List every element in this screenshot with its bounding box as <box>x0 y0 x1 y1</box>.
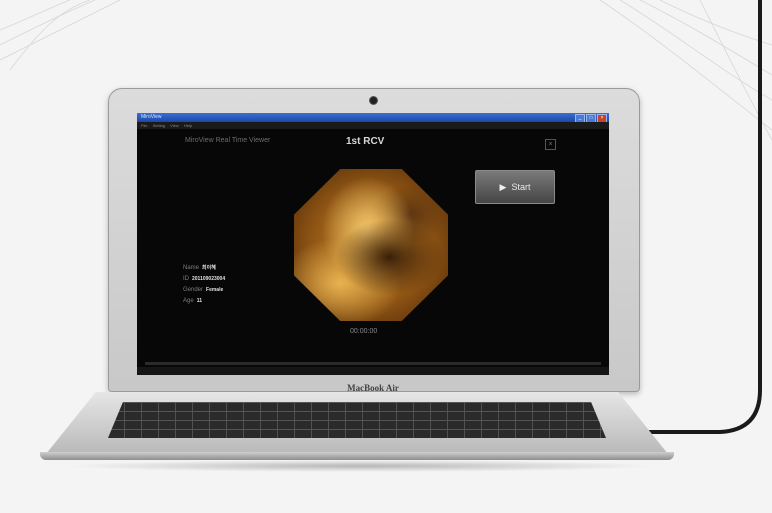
laptop-brand-label: MacBook Air <box>347 383 399 393</box>
age-label: Age <box>183 298 194 304</box>
menu-help[interactable]: Help <box>184 123 192 128</box>
patient-id-row: ID 201109023004 <box>183 274 225 285</box>
gender-label: Gender <box>183 287 204 293</box>
age-value: 11 <box>196 298 202 304</box>
id-value: 201109023004 <box>192 276 226 282</box>
patient-gender-row: Gender Female <box>183 285 225 296</box>
play-icon: ▶ <box>499 181 507 192</box>
menu-setting[interactable]: Setting <box>153 123 165 128</box>
patient-age-row: Age 11 <box>183 296 225 307</box>
start-button[interactable]: ▶ Start <box>475 170 555 204</box>
app-title: MiroView Real Time Viewer <box>185 137 271 144</box>
start-button-label: Start <box>511 182 531 192</box>
menu-file[interactable]: File <box>141 123 147 128</box>
keyboard <box>108 402 606 438</box>
capsule-video-view <box>294 169 448 321</box>
close-icon[interactable]: × <box>545 139 556 150</box>
gender-value: Female <box>206 287 224 293</box>
patient-info: Name 최이혜 ID 201109023004 Gender Female Age 1… <box>183 263 225 307</box>
laptop-shadow <box>60 460 660 472</box>
playback-progress-bar[interactable] <box>145 362 601 365</box>
id-label: ID <box>183 276 189 282</box>
patient-name-row: Name 최이혜 <box>183 263 225 274</box>
app-window: MiroView _ □ × File Setting View Help Mi… <box>137 113 609 375</box>
status-bar <box>137 367 609 375</box>
window-title: MiroView <box>141 114 162 120</box>
name-label: Name <box>183 265 200 271</box>
webcam <box>369 96 378 105</box>
name-value: 최이혜 <box>202 265 216 271</box>
page-title: 1st RCV <box>346 136 385 147</box>
playback-timer: 00:00:00 <box>350 328 378 335</box>
menu-bar: File Setting View Help <box>137 122 609 129</box>
menu-view[interactable]: View <box>170 123 179 128</box>
laptop-front-edge <box>40 452 674 460</box>
window-titlebar: MiroView _ □ × <box>137 113 609 123</box>
